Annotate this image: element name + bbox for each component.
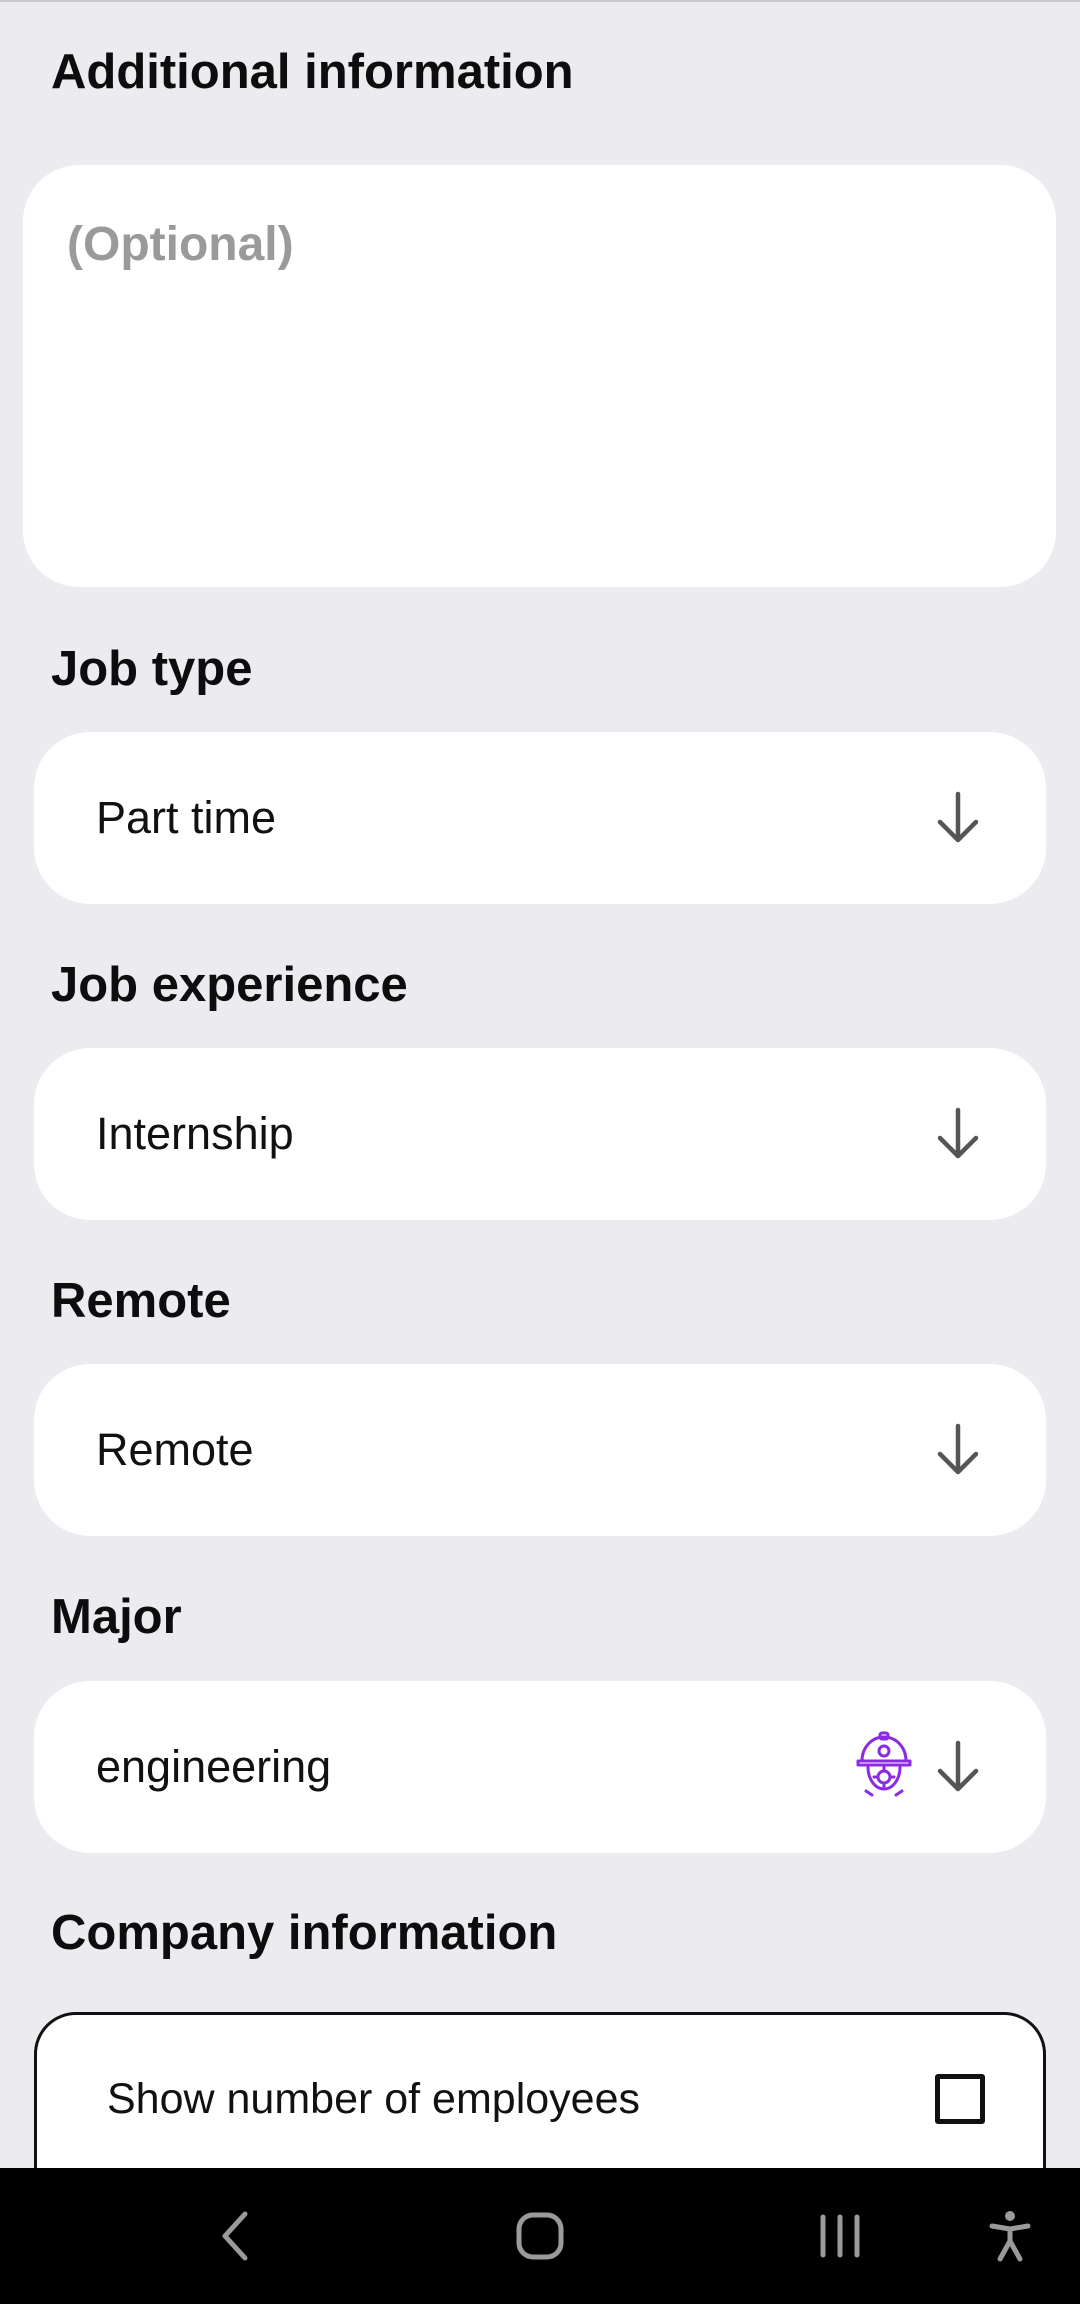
job-type-select[interactable]: Part time xyxy=(34,732,1046,904)
additional-information-textarea[interactable]: (Optional) xyxy=(23,165,1056,587)
arrow-down-icon xyxy=(937,1107,979,1159)
job-experience-heading: Job experience xyxy=(51,958,408,1012)
accessibility-icon xyxy=(989,2211,1031,2262)
show-employees-checkbox[interactable] xyxy=(935,2074,985,2124)
show-employees-label: Show number of employees xyxy=(107,2075,641,2123)
nav-back-button[interactable] xyxy=(200,2168,270,2304)
major-value: engineering xyxy=(96,1741,332,1792)
arrow-down-icon xyxy=(937,1740,979,1792)
job-type-heading: Job type xyxy=(51,642,253,696)
back-icon xyxy=(222,2211,248,2261)
top-divider xyxy=(0,0,1080,2)
additional-information-heading: Additional information xyxy=(51,45,574,99)
nav-home-button[interactable] xyxy=(505,2168,575,2304)
remote-value: Remote xyxy=(96,1424,254,1475)
nav-recents-button[interactable] xyxy=(805,2168,875,2304)
additional-information-placeholder: (Optional) xyxy=(67,218,294,271)
job-experience-value: Internship xyxy=(96,1108,294,1159)
engineer-helmet-icon xyxy=(856,1731,912,1797)
major-heading: Major xyxy=(51,1590,182,1644)
company-information-heading: Company information xyxy=(51,1906,558,1960)
system-navigation-bar xyxy=(0,2168,1080,2304)
recents-icon xyxy=(820,2214,860,2258)
arrow-down-icon xyxy=(937,791,979,843)
major-select[interactable]: engineering xyxy=(34,1681,1046,1853)
job-experience-select[interactable]: Internship xyxy=(34,1048,1046,1220)
nav-accessibility-button[interactable] xyxy=(975,2168,1045,2304)
home-icon xyxy=(516,2212,564,2260)
job-form-screen: Additional information (Optional) Job ty… xyxy=(0,0,1080,2304)
remote-select[interactable]: Remote xyxy=(34,1364,1046,1536)
job-type-value: Part time xyxy=(96,792,277,843)
arrow-down-icon xyxy=(937,1423,979,1475)
remote-heading: Remote xyxy=(51,1274,231,1328)
